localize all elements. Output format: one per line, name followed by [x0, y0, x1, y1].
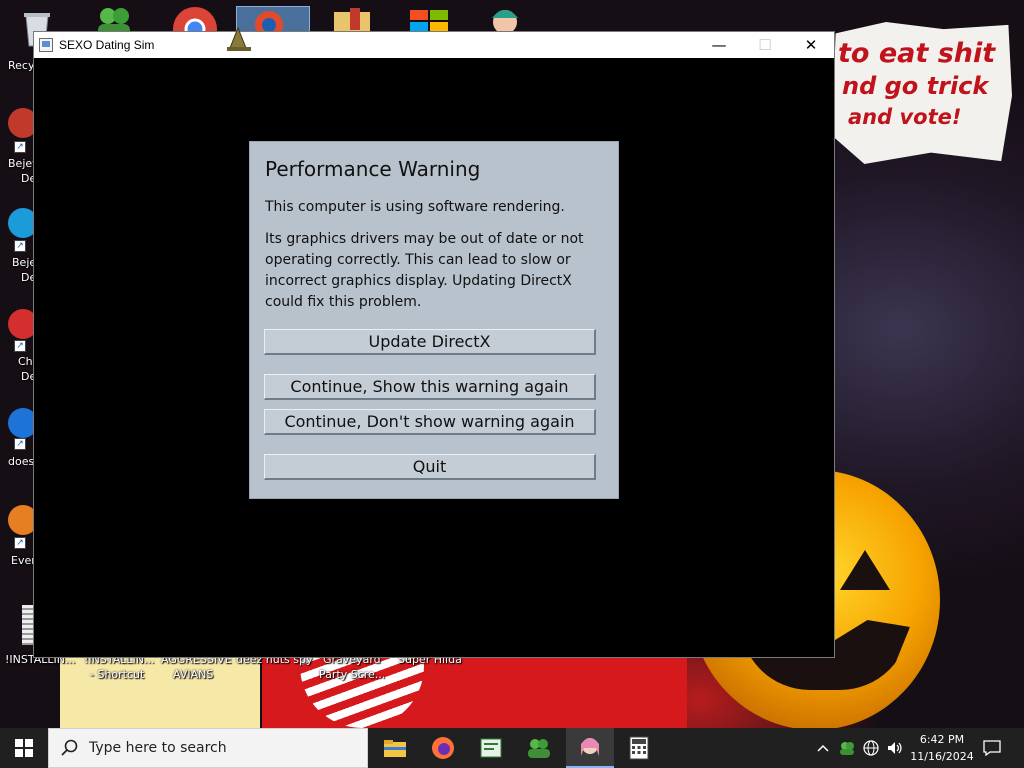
app-window-icon[interactable]	[39, 38, 53, 52]
shortcut-arrow-icon: ↗	[14, 141, 26, 153]
recycle-bin-label[interactable]: Recy	[8, 59, 34, 72]
desktop-icon-label[interactable]: - Shortcut	[90, 668, 144, 681]
continue-show-warning-button[interactable]: Continue, Show this warning again	[264, 374, 596, 400]
desktop-icon-label[interactable]: Party Scre...	[319, 668, 385, 681]
notepad-icon	[480, 738, 502, 758]
wallpaper-paper-note: to eat shit nd go trick and vote!	[832, 22, 1012, 164]
pumpkin-eye	[840, 550, 890, 590]
witch-hat-cursor-icon	[227, 26, 251, 51]
shortcut-arrow-icon: ↗	[14, 240, 26, 252]
update-directx-button[interactable]: Update DirectX	[264, 329, 596, 355]
dialog-title: Performance Warning	[265, 157, 481, 181]
windows-logo-icon	[15, 739, 33, 757]
taskbar-calculator[interactable]	[615, 728, 663, 768]
taskbar-notepad-app[interactable]	[467, 728, 515, 768]
close-button[interactable]: ✕	[788, 32, 834, 58]
taskbar-people-app[interactable]	[515, 728, 563, 768]
folder-icon	[384, 740, 406, 757]
clock-date: 11/16/2024	[910, 750, 974, 763]
shortcut-arrow-icon: ↗	[14, 537, 26, 549]
show-hidden-icons-chevron-icon[interactable]	[812, 728, 834, 768]
shortcut-arrow-icon: ↗	[14, 340, 26, 352]
network-globe-icon[interactable]	[860, 728, 882, 768]
start-button[interactable]	[0, 728, 48, 768]
search-icon	[61, 739, 78, 756]
quit-button[interactable]: Quit	[264, 454, 596, 480]
volume-speaker-icon[interactable]	[884, 728, 906, 768]
anime-girl-icon	[581, 738, 599, 756]
clock-time: 6:42 PM	[919, 733, 965, 746]
window-titlebar[interactable]: SEXO Dating Sim — ☐ ✕	[34, 32, 834, 58]
firefox-icon	[432, 737, 454, 759]
desktop-icon-label[interactable]: AVIANS	[173, 668, 213, 681]
maximize-button: ☐	[758, 36, 772, 54]
dialog-message-software-rendering: This computer is using software renderin…	[265, 199, 565, 215]
people-icon	[528, 739, 550, 758]
minimize-button[interactable]: —	[696, 32, 742, 58]
desktop-icon-label[interactable]: does	[8, 455, 34, 468]
note-line-1: to eat shit	[838, 38, 996, 69]
wallpaper-yellow-area	[60, 656, 260, 728]
calculator-icon	[629, 736, 649, 760]
taskbar-clock[interactable]: 6:42 PM 11/16/2024	[910, 731, 974, 765]
dialog-message-drivers: Its graphics drivers may be out of date …	[265, 231, 584, 310]
continue-dont-show-warning-button[interactable]: Continue, Don't show warning again	[264, 409, 596, 435]
desktop-icon-label[interactable]: Ch	[18, 355, 33, 368]
taskbar-search-box[interactable]: Type here to search	[48, 728, 368, 768]
search-placeholder: Type here to search	[89, 740, 227, 756]
performance-warning-dialog: Performance Warning This computer is usi…	[249, 141, 619, 499]
shortcut-arrow-icon: ↗	[14, 438, 26, 450]
tray-app-icon[interactable]	[836, 728, 858, 768]
notifications-icon[interactable]	[978, 728, 1006, 768]
note-line-3: and vote!	[848, 105, 962, 129]
taskbar-anime-game[interactable]	[566, 728, 614, 768]
taskbar-file-explorer[interactable]	[371, 728, 419, 768]
taskbar-firefox[interactable]	[419, 728, 467, 768]
note-line-2: nd go trick	[842, 72, 989, 100]
window-title: SEXO Dating Sim	[59, 38, 155, 52]
